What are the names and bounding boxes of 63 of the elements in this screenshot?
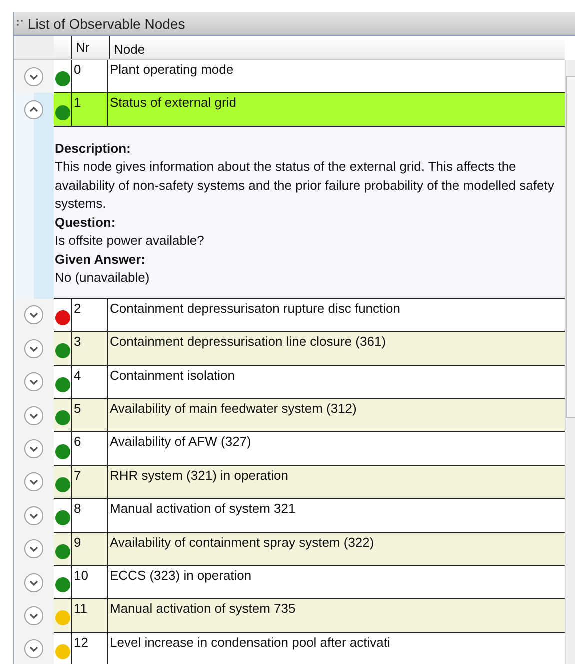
expand-toggle[interactable] bbox=[24, 472, 44, 492]
node-number: 4 bbox=[74, 368, 82, 383]
node-name: Level increase in condensation pool after activati bbox=[110, 634, 390, 650]
table-row[interactable]: 7 RHR system (321) in operation bbox=[54, 466, 566, 500]
detail-label: Description: bbox=[55, 140, 132, 158]
expand-toggle[interactable] bbox=[24, 100, 44, 120]
detail-text: No (unavailable) bbox=[55, 269, 151, 288]
node-name: Availability of main feedwater system (312) bbox=[110, 400, 357, 416]
node-name: Containment depressurisaton rupture disc function bbox=[110, 300, 400, 316]
table-row[interactable]: 3 Containment depressurisation line closure (361) bbox=[54, 332, 566, 366]
node-number: 1 bbox=[74, 95, 82, 110]
table-row[interactable]: 9 Availability of containment spray system (322) bbox=[54, 532, 566, 566]
node-number: 9 bbox=[74, 534, 82, 550]
expand-toggle[interactable] bbox=[24, 639, 44, 660]
node-number: 3 bbox=[74, 334, 82, 350]
node-name: Containment isolation bbox=[110, 368, 236, 383]
detail-label: Given Answer: bbox=[55, 250, 147, 269]
table-row[interactable]: 2 Containment depressurisaton rupture disc function bbox=[54, 298, 566, 332]
node-name: Manual activation of system 735 bbox=[110, 601, 296, 616]
column-header[interactable]: Node bbox=[114, 42, 146, 56]
table-row[interactable]: 8 Manual activation of system 321 bbox=[54, 499, 566, 533]
table-row[interactable]: 11 Manual activation of system 735 bbox=[54, 599, 566, 633]
node-number: 8 bbox=[74, 501, 82, 516]
expand-toggle[interactable] bbox=[24, 406, 44, 426]
expand-toggle[interactable] bbox=[24, 439, 44, 460]
node-name: Plant operating mode bbox=[110, 62, 234, 77]
table-row[interactable]: 0 Plant operating mode bbox=[54, 60, 566, 94]
node-number: 7 bbox=[74, 468, 82, 483]
scrollbar[interactable] bbox=[565, 60, 575, 664]
detail-label: Question: bbox=[55, 214, 117, 232]
expand-toggle[interactable] bbox=[24, 539, 44, 560]
detail-text: Is offsite power available? bbox=[55, 232, 206, 250]
expand-toggle[interactable] bbox=[24, 506, 44, 526]
expand-toggle[interactable] bbox=[24, 372, 44, 392]
node-name: Availability of containment spray system (322) bbox=[110, 534, 374, 550]
node-number: 10 bbox=[74, 568, 88, 583]
node-number: 5 bbox=[74, 400, 82, 416]
node-number: 0 bbox=[74, 62, 82, 77]
table-row[interactable]: 5 Availability of main feedwater system (312) bbox=[54, 398, 566, 432]
expand-toggle[interactable] bbox=[24, 66, 44, 87]
node-name: RHR system (321) in operation bbox=[110, 468, 288, 483]
detail-text: This node gives information about the status of the external grid. This affects the availability of non-safety systems and the prior failure probability of the modelled safety systems. bbox=[55, 158, 556, 214]
table-row[interactable]: 10 ECCS (323) in operation bbox=[54, 566, 566, 600]
node-number: 2 bbox=[74, 300, 82, 316]
table-row[interactable]: 1 Status of external grid bbox=[54, 93, 566, 127]
expand-toggle[interactable] bbox=[24, 338, 44, 359]
node-number: 11 bbox=[74, 601, 88, 616]
node-name: Manual activation of system 321 bbox=[110, 501, 296, 516]
node-number: 6 bbox=[74, 434, 82, 450]
expand-toggle[interactable] bbox=[24, 606, 44, 626]
node-name: Containment depressurisation line closure (361) bbox=[110, 334, 386, 350]
table-row[interactable]: 12 Level increase in condensation pool after activati bbox=[54, 632, 566, 664]
expand-toggle[interactable] bbox=[24, 572, 44, 593]
grip-icon[interactable] bbox=[17, 18, 23, 28]
expand-toggle[interactable] bbox=[24, 305, 44, 326]
window-title: List of Observable Nodes bbox=[28, 16, 186, 32]
table-row[interactable]: 4 Containment isolation bbox=[54, 366, 566, 399]
table-row[interactable]: 6 Availability of AFW (327) bbox=[54, 432, 566, 466]
column-header[interactable]: Nr bbox=[76, 40, 90, 55]
node-name: ECCS (323) in operation bbox=[110, 568, 252, 583]
node-name: Status of external grid bbox=[110, 95, 236, 110]
node-name: Availability of AFW (327) bbox=[110, 434, 252, 450]
node-number: 12 bbox=[74, 634, 88, 650]
